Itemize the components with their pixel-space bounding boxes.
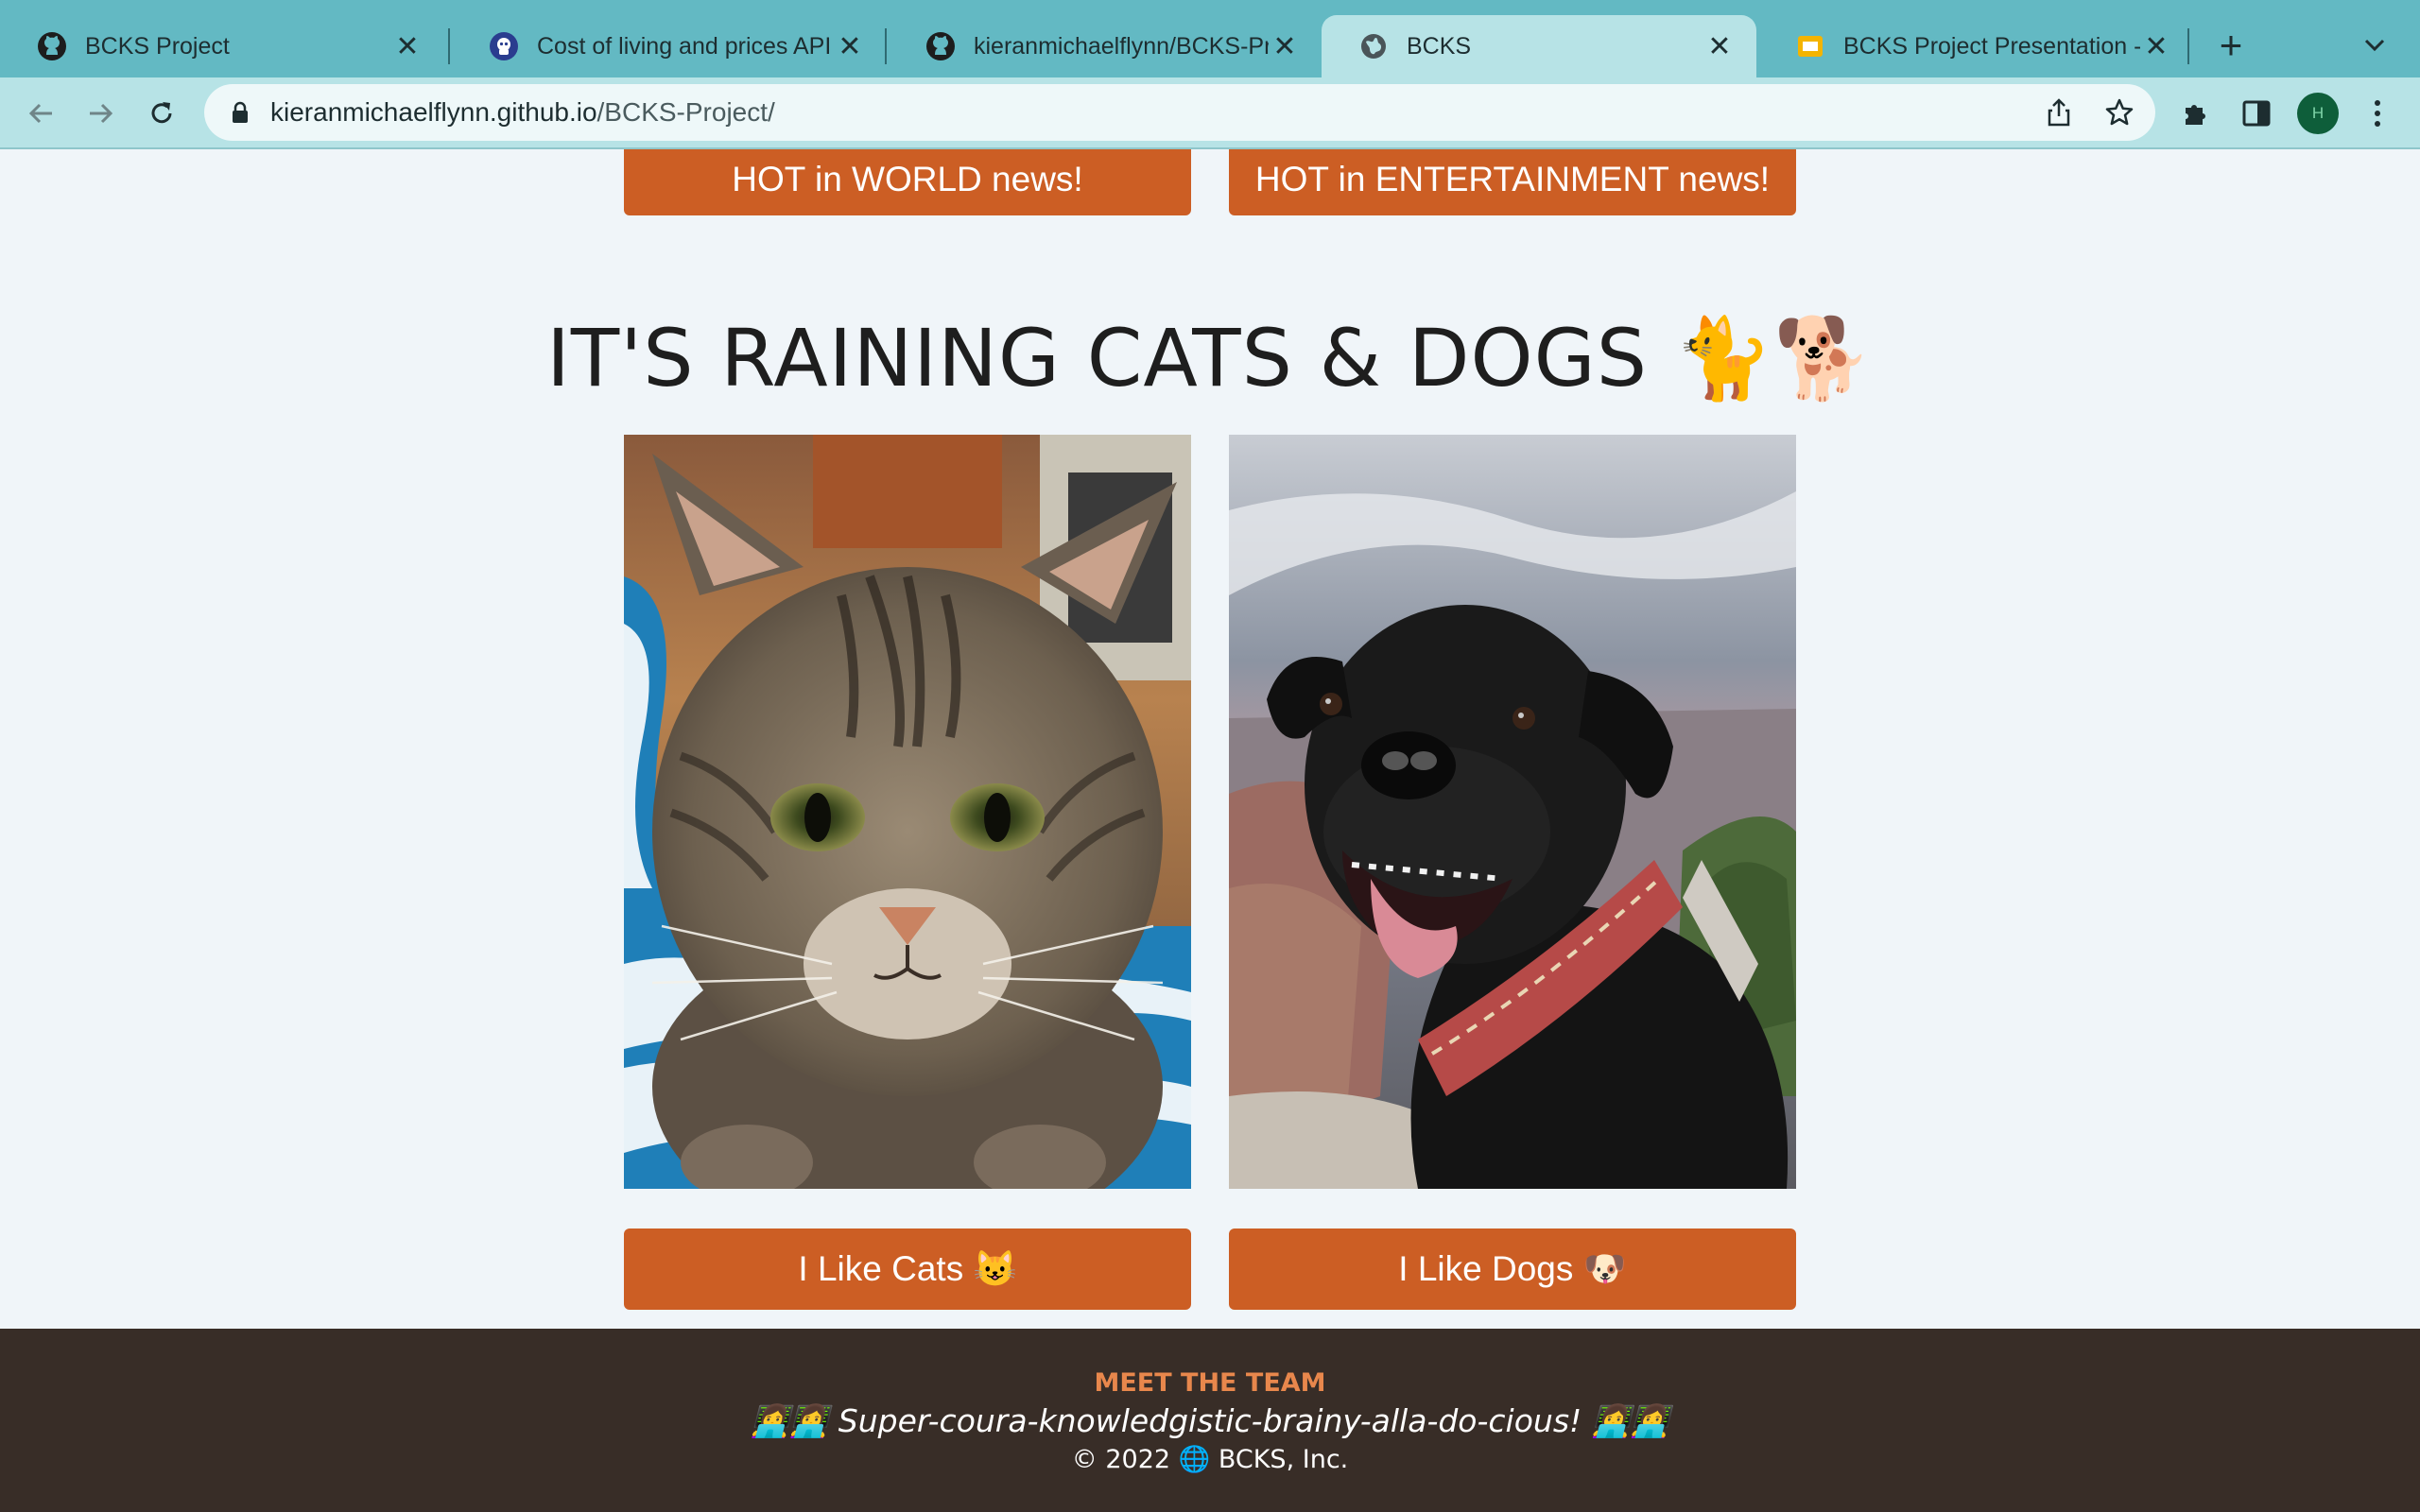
close-tab-icon[interactable]: ✕: [391, 30, 424, 62]
tab-github-repo[interactable]: kieranmichaelflynn/BCKS-Proj ✕: [889, 15, 1322, 77]
share-icon[interactable]: [2040, 94, 2078, 131]
like-cats-button[interactable]: I Like Cats 😺: [624, 1228, 1191, 1310]
page-footer: MEET THE TEAM 👩‍💻👩‍💻 Super-coura-knowled…: [0, 1329, 2420, 1512]
bookmark-star-icon[interactable]: [2100, 94, 2138, 131]
tab-divider: [448, 28, 450, 64]
globe-icon: [1357, 30, 1390, 62]
tab-cost-of-living-api[interactable]: Cost of living and prices API I ✕: [452, 15, 887, 77]
extensions-puzzle-icon[interactable]: [2176, 94, 2216, 133]
url-text: kieranmichaelflynn.github.io/BCKS-Projec…: [270, 97, 775, 128]
world-news-button[interactable]: HOT in WORLD news!: [624, 149, 1191, 215]
tab-bcks-project[interactable]: BCKS Project ✕: [0, 15, 444, 77]
reload-icon[interactable]: [140, 92, 183, 135]
tab-title: Cost of living and prices API I: [537, 32, 834, 60]
api-site-icon: [488, 30, 520, 62]
close-tab-icon[interactable]: ✕: [1703, 30, 1736, 62]
team-motto: 👩‍💻👩‍💻 Super-coura-knowledgistic-brainy-…: [751, 1402, 1669, 1439]
tab-title: BCKS Project Presentation - G: [1843, 32, 2140, 60]
tab-bcks-presentation[interactable]: BCKS Project Presentation - G ✕: [1758, 15, 2193, 77]
close-tab-icon[interactable]: ✕: [1269, 30, 1301, 62]
page-content: HOT in WORLD news! HOT in ENTERTAINMENT …: [0, 149, 2420, 1329]
tab-divider: [885, 28, 887, 64]
like-dogs-button[interactable]: I Like Dogs 🐶: [1229, 1228, 1796, 1310]
forward-arrow-icon[interactable]: [79, 92, 123, 135]
tab-title: BCKS Project: [85, 32, 230, 60]
lock-icon[interactable]: [227, 99, 253, 126]
slides-icon: [1794, 30, 1826, 62]
url-path: /BCKS-Project/: [596, 97, 775, 127]
tab-bcks-active[interactable]: BCKS ✕: [1322, 15, 1756, 77]
tabby-cat-photo: [624, 435, 1191, 1189]
browser-toolbar: kieranmichaelflynn.github.io/BCKS-Projec…: [0, 77, 2420, 149]
black-dog-photo: [1229, 435, 1796, 1189]
back-arrow-icon[interactable]: [19, 92, 62, 135]
meet-the-team-link[interactable]: MEET THE TEAM: [0, 1368, 2420, 1398]
entertainment-news-button[interactable]: HOT in ENTERTAINMENT news!: [1229, 149, 1796, 215]
copyright-text: © 2022 🌐 BCKS, Inc.: [1071, 1445, 1349, 1474]
close-tab-icon[interactable]: ✕: [2140, 30, 2172, 62]
tab-search-chevron-icon[interactable]: [2356, 26, 2394, 64]
github-icon: [925, 30, 957, 62]
side-panel-icon[interactable]: [2237, 94, 2276, 133]
new-tab-button[interactable]: +: [2210, 23, 2252, 67]
profile-avatar[interactable]: H: [2297, 93, 2339, 134]
close-tab-icon[interactable]: ✕: [834, 30, 866, 62]
browser-tab-strip: BCKS Project ✕ Cost of living and prices…: [0, 0, 2420, 77]
kebab-menu-icon[interactable]: [2358, 94, 2397, 133]
url-domain: kieranmichaelflynn.github.io: [270, 97, 597, 127]
pets-section-title: IT'S RAINING CATS & DOGS 🐈🐕: [546, 312, 1874, 404]
tab-title: kieranmichaelflynn/BCKS-Proj: [974, 32, 1269, 60]
github-icon: [36, 30, 68, 62]
address-bar[interactable]: kieranmichaelflynn.github.io/BCKS-Projec…: [204, 84, 2155, 141]
tab-title: BCKS: [1407, 32, 1472, 60]
tab-divider: [2187, 28, 2189, 64]
